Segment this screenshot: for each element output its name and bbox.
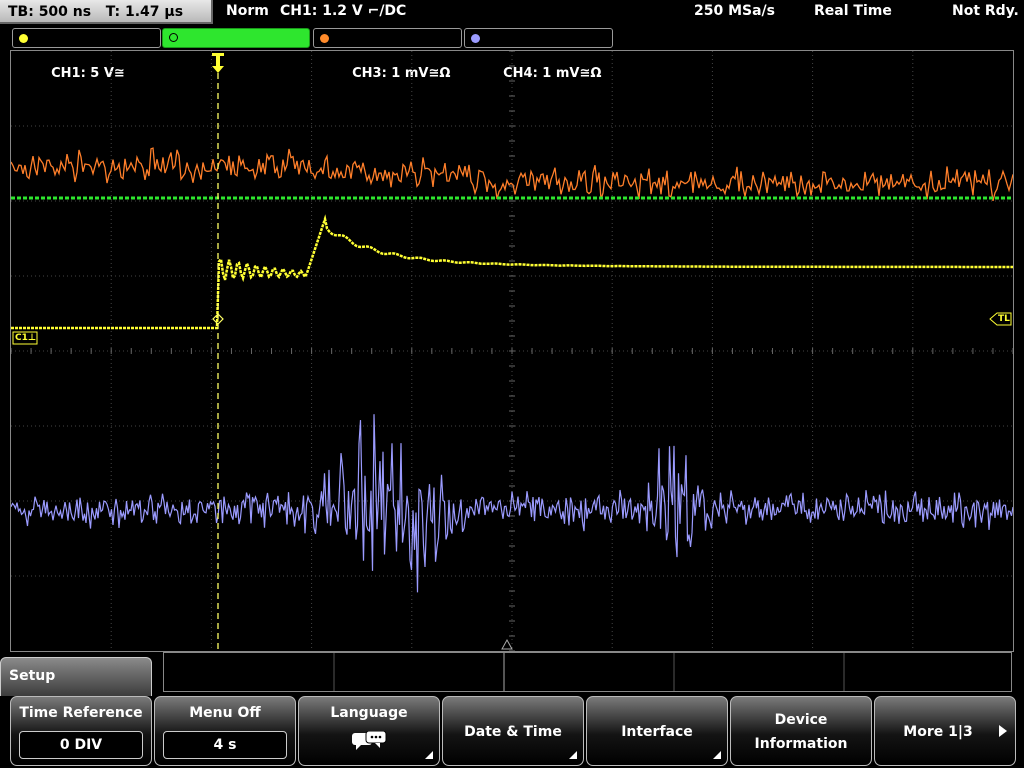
channel-3-color-icon: [320, 34, 329, 43]
graticule-ticks: [11, 51, 1013, 651]
channel-1-ground-label[interactable]: C1⊥: [15, 333, 36, 343]
channel-1-color-icon: [19, 34, 28, 43]
date-time-softkey[interactable]: Date & Time: [442, 696, 584, 766]
softkey-bar: Time Reference 0 DIV Menu Off 4 s Langua…: [0, 696, 1024, 768]
menu-off-softkey[interactable]: Menu Off 4 s: [154, 696, 296, 766]
channel-4-color-icon: [471, 34, 480, 43]
channel-1-tab[interactable]: CH1: 5 V≅: [12, 28, 161, 81]
setup-menu-title: Setup: [9, 668, 56, 684]
time-reference-label: Time Reference: [19, 705, 143, 721]
setup-menu-tab: Setup: [0, 657, 152, 697]
waveform-display[interactable]: C1⊥ TL: [10, 50, 1014, 652]
device-information-line2: Information: [754, 736, 848, 752]
channel-3-tab[interactable]: CH3: 1 mV≅Ω: [313, 28, 462, 81]
speech-bubbles-icon: [352, 731, 387, 750]
menu-off-label: Menu Off: [189, 705, 261, 721]
device-information-line1: Device: [774, 712, 828, 728]
submenu-corner-icon: [713, 751, 721, 759]
sample-rate: 250 MSa/s: [694, 3, 776, 19]
date-time-label: Date & Time: [464, 724, 562, 740]
submenu-corner-icon: [425, 751, 433, 759]
device-information-softkey[interactable]: Device Information: [730, 696, 872, 766]
next-page-arrow-icon: [999, 725, 1007, 737]
timebase-readout[interactable]: TB: 500 ns T: 1.47 µs: [0, 0, 213, 24]
channel-2-color-icon: [169, 33, 178, 42]
interface-softkey[interactable]: Interface: [586, 696, 728, 766]
submenu-corner-icon: [569, 751, 577, 759]
menu-off-value: 4 s: [163, 731, 287, 759]
trigger-position-marker: [212, 53, 224, 73]
time-reference-softkey[interactable]: Time Reference 0 DIV: [10, 696, 152, 766]
trigger-settings[interactable]: CH1: 1.2 V ⌐/DC: [280, 3, 406, 19]
language-softkey[interactable]: Language: [298, 696, 440, 766]
trigger-mode[interactable]: Norm: [226, 3, 269, 19]
channel-4-tab[interactable]: CH4: 1 mV≅Ω: [464, 28, 613, 81]
acquisition-mode: Real Time: [814, 3, 892, 19]
status-bar: TB: 500 ns T: 1.47 µs Norm CH1: 1.2 V ⌐/…: [0, 0, 1024, 26]
language-label: Language: [330, 705, 408, 721]
trigger-level-label[interactable]: TL: [998, 314, 1010, 324]
channel-2-tab[interactable]: CH2: 20 mV≅Ω: [162, 28, 310, 81]
time-reference-marker: [501, 638, 513, 650]
time-reference-value: 0 DIV: [19, 731, 143, 759]
lower-panel: [163, 652, 1012, 692]
waveform-canvas: [11, 51, 1013, 651]
acquisition-state: Not Rdy.: [952, 3, 1019, 19]
more-softkey[interactable]: More 1|3: [874, 696, 1016, 766]
interface-label: Interface: [621, 724, 693, 740]
lower-panel-grid: [333, 653, 845, 691]
channel-tabs: CH1: 5 V≅ CH2: 20 mV≅Ω CH3: 1 mV≅Ω CH4: …: [0, 26, 1024, 81]
more-label: More 1|3: [903, 724, 973, 740]
